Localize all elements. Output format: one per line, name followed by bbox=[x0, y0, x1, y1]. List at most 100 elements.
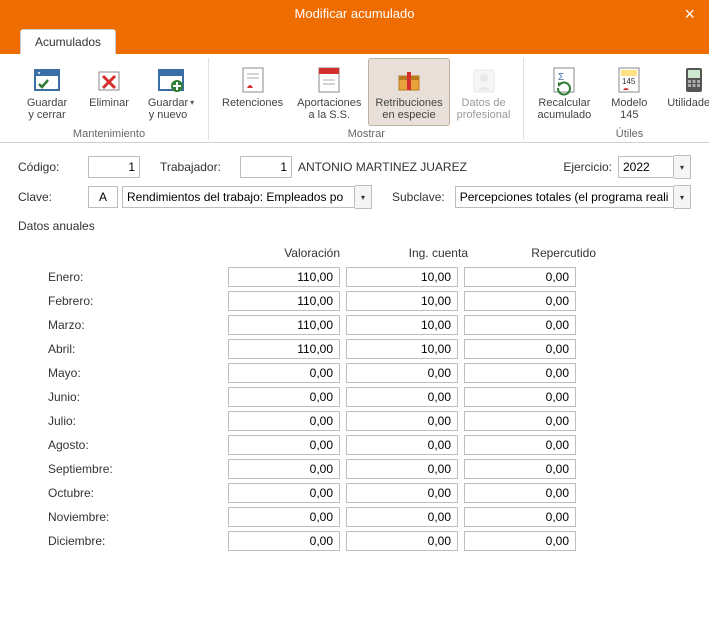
trabajador-input[interactable] bbox=[240, 156, 292, 178]
tab-strip: Acumulados bbox=[0, 28, 709, 54]
repercutido-input[interactable] bbox=[464, 315, 576, 335]
tab-acumulados[interactable]: Acumulados bbox=[20, 29, 116, 54]
ingcuenta-input[interactable] bbox=[346, 387, 458, 407]
valoracion-input[interactable] bbox=[228, 531, 340, 551]
ingcuenta-input[interactable] bbox=[346, 291, 458, 311]
valoracion-input[interactable] bbox=[228, 315, 340, 335]
ss-contrib-icon bbox=[313, 63, 345, 97]
ribbon-btn-save-close[interactable]: Guardary cerrar bbox=[16, 58, 78, 126]
valoracion-input[interactable] bbox=[228, 267, 340, 287]
withholdings-icon bbox=[237, 63, 269, 97]
month-label: Diciembre: bbox=[48, 534, 228, 548]
ribbon-group-show: RetencionesAportacionesa la S.S. Retribuc… bbox=[208, 58, 523, 140]
repercutido-input[interactable] bbox=[464, 339, 576, 359]
subclave-label: Subclave: bbox=[392, 190, 445, 204]
month-label: Junio: bbox=[48, 390, 228, 404]
valoracion-input[interactable] bbox=[228, 435, 340, 455]
repercutido-input[interactable] bbox=[464, 435, 576, 455]
window-title: Modificar acumulado bbox=[295, 6, 415, 21]
model145-icon: 145 bbox=[613, 63, 645, 97]
clave-label: Clave: bbox=[18, 190, 88, 204]
ejercicio-input[interactable] bbox=[618, 156, 674, 178]
grid-row: Julio: bbox=[48, 409, 691, 433]
ribbon-btn-label: Recalcularacumulado bbox=[537, 97, 591, 121]
clave-dropdown-button[interactable]: ▾ bbox=[355, 185, 372, 209]
ribbon-btn-label: Datos deprofesional bbox=[457, 97, 511, 121]
repercutido-input[interactable] bbox=[464, 507, 576, 527]
grid-row: Septiembre: bbox=[48, 457, 691, 481]
ingcuenta-input[interactable] bbox=[346, 435, 458, 455]
grid-row: Febrero: bbox=[48, 289, 691, 313]
valoracion-input[interactable] bbox=[228, 339, 340, 359]
month-label: Agosto: bbox=[48, 438, 228, 452]
utilities-icon bbox=[678, 63, 709, 97]
ribbon-btn-delete[interactable]: Eliminar bbox=[78, 58, 140, 126]
ingcuenta-input[interactable] bbox=[346, 315, 458, 335]
valoracion-input[interactable] bbox=[228, 363, 340, 383]
valoracion-input[interactable] bbox=[228, 387, 340, 407]
delete-icon bbox=[93, 63, 125, 97]
ribbon-group-utils: ΣRecalcularacumulado145Modelo145 Utilidad… bbox=[523, 58, 709, 140]
valoracion-input[interactable] bbox=[228, 411, 340, 431]
grid-row: Mayo: bbox=[48, 361, 691, 385]
clave-text-input[interactable] bbox=[122, 186, 355, 208]
subclave-text-input[interactable] bbox=[455, 186, 674, 208]
save-close-icon bbox=[31, 63, 63, 97]
svg-text:145: 145 bbox=[622, 77, 636, 86]
ribbon-btn-label: Guardary cerrar bbox=[27, 97, 67, 121]
repercutido-input[interactable] bbox=[464, 387, 576, 407]
subclave-dropdown-button[interactable]: ▾ bbox=[674, 185, 691, 209]
clave-code-input[interactable] bbox=[88, 186, 118, 208]
ingcuenta-input[interactable] bbox=[346, 459, 458, 479]
grid-row: Diciembre: bbox=[48, 529, 691, 553]
repercutido-input[interactable] bbox=[464, 363, 576, 383]
ribbon-btn-in-kind[interactable]: Retribucionesen especie bbox=[368, 58, 449, 126]
repercutido-input[interactable] bbox=[464, 459, 576, 479]
ribbon-btn-prof-data: Datos deprofesional bbox=[450, 58, 518, 126]
ribbon-btn-recalc[interactable]: ΣRecalcularacumulado bbox=[530, 58, 598, 126]
grid-header: Valoración Ing. cuenta Repercutido bbox=[48, 241, 691, 265]
ribbon-btn-model145[interactable]: 145Modelo145 bbox=[598, 58, 660, 126]
month-label: Mayo: bbox=[48, 366, 228, 380]
valoracion-input[interactable] bbox=[228, 483, 340, 503]
grid-row: Junio: bbox=[48, 385, 691, 409]
codigo-input[interactable] bbox=[88, 156, 140, 178]
codigo-label: Código: bbox=[18, 160, 88, 174]
month-label: Marzo: bbox=[48, 318, 228, 332]
repercutido-input[interactable] bbox=[464, 483, 576, 503]
valoracion-input[interactable] bbox=[228, 459, 340, 479]
ribbon-btn-save-new[interactable]: Guardary nuevo ▾ bbox=[140, 58, 202, 126]
valoracion-input[interactable] bbox=[228, 507, 340, 527]
ingcuenta-input[interactable] bbox=[346, 411, 458, 431]
ribbon-btn-label: Eliminar bbox=[89, 97, 129, 121]
ribbon-btn-ss-contrib[interactable]: Aportacionesa la S.S. bbox=[290, 58, 368, 126]
ingcuenta-input[interactable] bbox=[346, 483, 458, 503]
repercutido-input[interactable] bbox=[464, 531, 576, 551]
ribbon: Guardary cerrar Eliminar Guardary nuevo ▾ M… bbox=[0, 54, 709, 143]
ribbon-btn-withholdings[interactable]: Retenciones bbox=[215, 58, 290, 126]
ingcuenta-input[interactable] bbox=[346, 363, 458, 383]
close-button[interactable]: × bbox=[678, 0, 701, 28]
ingcuenta-input[interactable] bbox=[346, 531, 458, 551]
repercutido-input[interactable] bbox=[464, 291, 576, 311]
ingcuenta-input[interactable] bbox=[346, 507, 458, 527]
ribbon-btn-label: Utilidades ▾ bbox=[667, 97, 709, 121]
month-label: Julio: bbox=[48, 414, 228, 428]
trabajador-label: Trabajador: bbox=[160, 160, 240, 174]
month-label: Octubre: bbox=[48, 486, 228, 500]
repercutido-input[interactable] bbox=[464, 411, 576, 431]
ejercicio-label: Ejercicio: bbox=[563, 160, 612, 174]
ribbon-btn-utilities[interactable]: Utilidades ▾ bbox=[660, 58, 709, 126]
grid-row: Enero: bbox=[48, 265, 691, 289]
repercutido-input[interactable] bbox=[464, 267, 576, 287]
ingcuenta-input[interactable] bbox=[346, 339, 458, 359]
ingcuenta-input[interactable] bbox=[346, 267, 458, 287]
valoracion-input[interactable] bbox=[228, 291, 340, 311]
ribbon-btn-label: Retribucionesen especie bbox=[375, 97, 442, 121]
ribbon-group-maintenance: Guardary cerrarEliminarGuardary nuevo ▾M… bbox=[10, 58, 208, 140]
data-grid: Valoración Ing. cuenta Repercutido Enero… bbox=[48, 241, 691, 553]
month-label: Septiembre: bbox=[48, 462, 228, 476]
group-label: Mostrar bbox=[348, 128, 385, 140]
ejercicio-dropdown-button[interactable]: ▾ bbox=[674, 155, 691, 179]
month-label: Enero: bbox=[48, 270, 228, 284]
